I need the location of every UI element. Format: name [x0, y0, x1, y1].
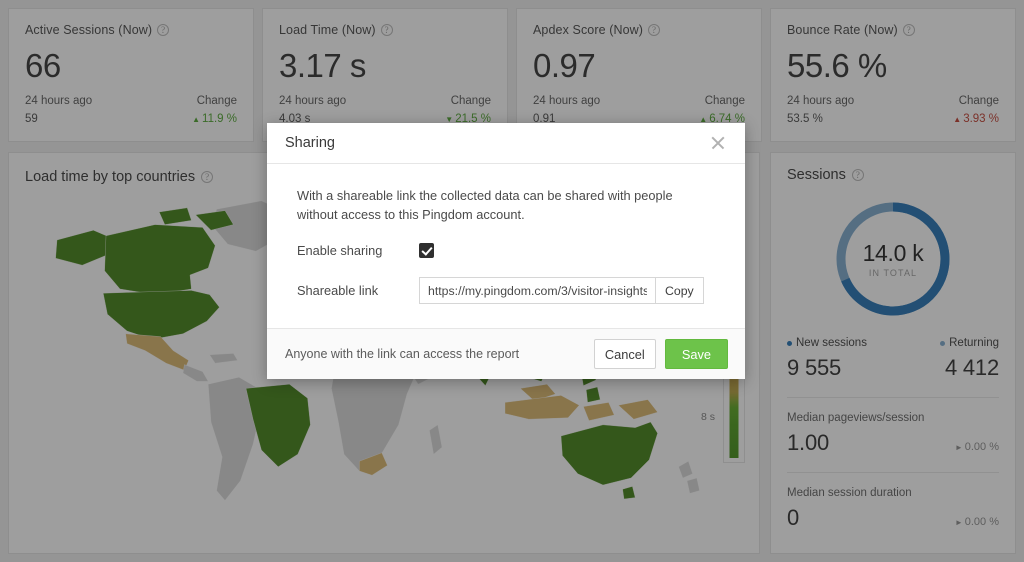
modal-title: Sharing [285, 135, 335, 151]
modal-body: With a shareable link the collected data… [267, 164, 745, 328]
shareable-link-row: Shareable link Copy [297, 277, 715, 304]
close-icon[interactable] [708, 133, 728, 153]
page-root: Active Sessions (Now) ? 66 24 hours ago … [0, 0, 1024, 562]
shareable-link-group: Copy [419, 277, 704, 304]
modal-footer: Anyone with the link can access the repo… [267, 328, 745, 379]
sharing-modal: Sharing With a shareable link the collec… [267, 123, 745, 379]
shareable-link-label: Shareable link [297, 283, 379, 298]
modal-footer-buttons: Cancel Save [593, 339, 728, 369]
modal-header: Sharing [267, 123, 745, 164]
copy-button[interactable]: Copy [655, 277, 704, 304]
shareable-link-input[interactable] [419, 277, 655, 304]
enable-sharing-checkbox[interactable] [419, 243, 434, 258]
save-button[interactable]: Save [664, 339, 728, 369]
modal-description: With a shareable link the collected data… [297, 188, 673, 222]
enable-sharing-row: Enable sharing [297, 243, 715, 258]
enable-sharing-label: Enable sharing [297, 243, 383, 258]
cancel-button[interactable]: Cancel [593, 339, 656, 369]
modal-footer-note: Anyone with the link can access the repo… [285, 347, 520, 361]
